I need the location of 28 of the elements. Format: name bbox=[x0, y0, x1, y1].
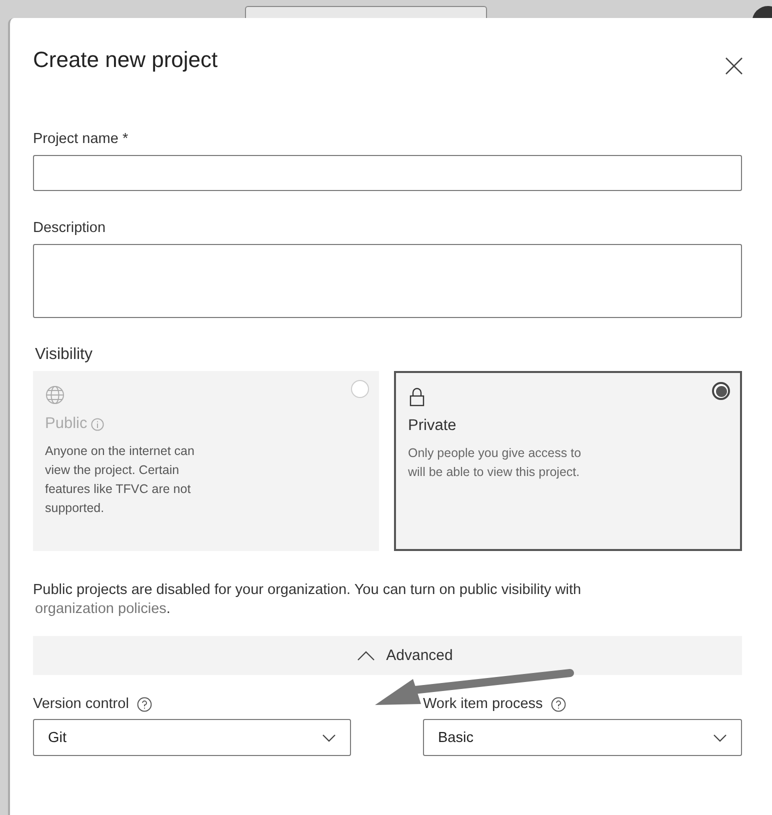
help-icon[interactable] bbox=[136, 696, 152, 712]
dialog-title: Create new project bbox=[33, 47, 218, 73]
chevron-down-icon bbox=[322, 734, 336, 742]
dropdown[interactable]: Git bbox=[33, 719, 351, 756]
chevron-down-icon bbox=[713, 734, 727, 742]
info-icon bbox=[91, 418, 104, 430]
close-icon[interactable] bbox=[725, 57, 743, 75]
radio-button[interactable] bbox=[712, 382, 730, 400]
field-label: Version control bbox=[33, 696, 129, 712]
text-area[interactable] bbox=[33, 244, 742, 318]
advanced-toggle[interactable]: Advanced bbox=[33, 636, 742, 675]
field-label: Description bbox=[33, 220, 107, 236]
help-icon[interactable] bbox=[550, 696, 566, 712]
chevron-up-icon bbox=[357, 650, 376, 660]
field-label: Project name * bbox=[33, 131, 130, 147]
globe-icon bbox=[45, 385, 65, 405]
lock-icon bbox=[408, 387, 426, 407]
option-description: Anyone on the internet can view the project. Certain features like TFVC are not supported. bbox=[45, 443, 196, 517]
section-label: Visibility bbox=[35, 346, 94, 364]
dropdown[interactable]: Basic bbox=[423, 719, 742, 756]
option-title: Public bbox=[45, 415, 88, 433]
option-description: Only people you give access to will be able to view this project. bbox=[408, 445, 582, 481]
notice-text: Public projects are disabled for your organization. You can turn on public visibility with organization policies. bbox=[33, 581, 582, 619]
field-label: Work item process bbox=[423, 696, 543, 712]
policies-link[interactable]: organization policies bbox=[35, 601, 166, 617]
visibility-card[interactable]: Private Only people you give access to will be able to view this project. bbox=[394, 371, 742, 551]
option-title: Private bbox=[408, 417, 456, 435]
input-field[interactable] bbox=[33, 155, 742, 191]
